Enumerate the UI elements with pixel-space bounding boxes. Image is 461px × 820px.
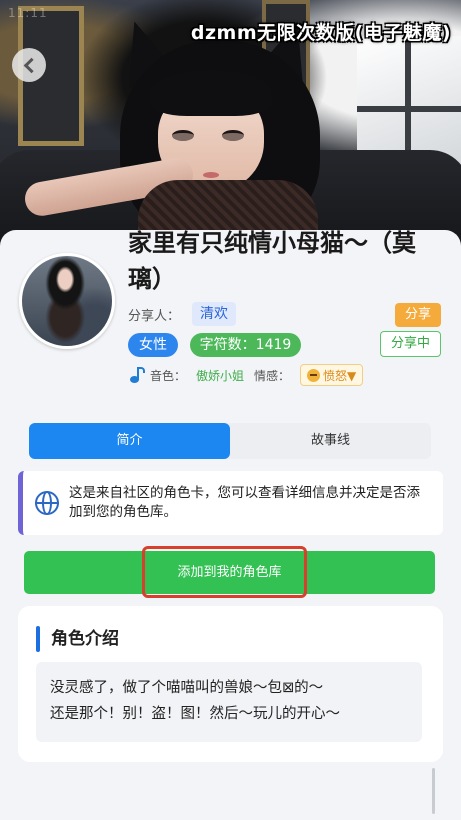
community-notice: 这是来自社区的角色卡，您可以查看详细信息并决定是否添加到您的角色库。 xyxy=(18,471,443,535)
tab-intro[interactable]: 简介 xyxy=(29,423,230,459)
emotion-label: 情感： xyxy=(254,368,291,383)
intro-line-1: 没灵感了，做了个喵喵叫的兽娘～包⊠的～ xyxy=(50,680,324,696)
character-eye xyxy=(172,130,194,141)
sharing-status-button[interactable]: 分享中 xyxy=(380,331,441,357)
music-note-icon xyxy=(128,365,146,385)
add-to-library-button[interactable]: 添加到我的角色库 xyxy=(24,551,435,594)
notice-text: 这是来自社区的角色卡，您可以查看详细信息并决定是否添加到您的角色库。 xyxy=(69,485,420,520)
watermark: dzmm无限次数版(电子魅魔) xyxy=(190,22,451,44)
angry-face-icon xyxy=(307,368,321,382)
emotion-dropdown[interactable]: 愤怒▼ xyxy=(300,364,364,386)
status-time: 11:11 xyxy=(8,6,48,20)
character-avatar xyxy=(19,253,115,349)
sharer-name[interactable]: 清欢 xyxy=(192,302,236,326)
back-button[interactable] xyxy=(12,48,46,82)
gender-badge: 女性 xyxy=(128,333,178,357)
share-button[interactable]: 分享 xyxy=(395,303,441,327)
intro-line-2: 还是那个！别！盗！图！然后～玩儿的开心～ xyxy=(50,706,340,722)
voice-label: 音色： xyxy=(150,368,187,383)
globe-icon xyxy=(35,491,59,515)
intro-title: 角色介绍 xyxy=(51,629,119,649)
section-accent-bar xyxy=(36,626,40,652)
character-eye xyxy=(222,130,244,141)
voice-row: 音色： 傲娇小姐 情感： 愤怒▼ xyxy=(128,364,364,386)
emotion-value: 愤怒▼ xyxy=(323,368,357,383)
intro-card: 角色介绍 没灵感了，做了个喵喵叫的兽娘～包⊠的～ 还是那个！别！盗！图！然后～玩… xyxy=(18,606,443,762)
tab-bar: 简介 故事线 xyxy=(29,423,431,459)
tab-storyline[interactable]: 故事线 xyxy=(230,423,431,459)
character-bangs xyxy=(150,70,272,116)
intro-body: 没灵感了，做了个喵喵叫的兽娘～包⊠的～ 还是那个！别！盗！图！然后～玩儿的开心～ xyxy=(36,662,422,742)
scrollbar[interactable] xyxy=(432,768,435,814)
char-count-badge: 字符数：1419 xyxy=(190,333,301,357)
chevron-left-icon xyxy=(23,57,39,73)
sharer-label: 分享人： xyxy=(128,309,181,324)
character-name: 家里有只纯情小母猫～（莫璃） xyxy=(128,229,416,293)
voice-value[interactable]: 傲娇小姐 xyxy=(196,367,244,384)
character-lips xyxy=(203,172,219,178)
